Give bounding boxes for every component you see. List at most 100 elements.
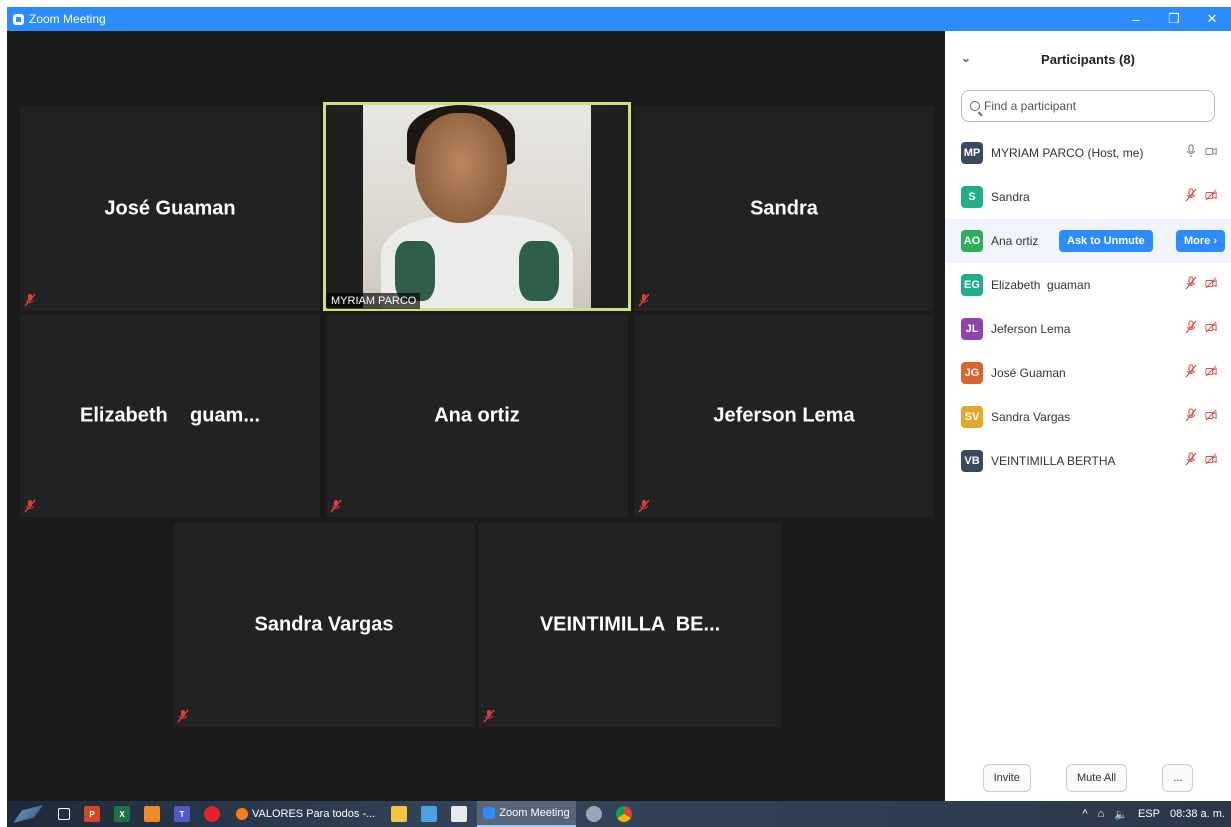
mic-muted-icon — [177, 709, 189, 723]
mic-muted-icon — [24, 499, 36, 513]
participant-row[interactable]: S Sandra — [945, 175, 1231, 219]
clock[interactable]: 08:38 a. m. — [1170, 808, 1225, 820]
chevron-up-icon[interactable]: ^ — [1082, 808, 1087, 820]
avatar: EG — [961, 274, 983, 296]
mic-muted-icon — [24, 293, 36, 307]
window-title: Zoom Meeting — [29, 12, 106, 26]
document-icon[interactable] — [451, 806, 468, 822]
avatar: S — [961, 186, 983, 208]
tile-name: VEINTIMILLA BE... — [539, 613, 721, 636]
mic-muted-icon[interactable] — [1185, 408, 1197, 422]
participant-row[interactable]: VB VEINTIMILLA BERTHA — [945, 439, 1231, 483]
mic-muted-icon[interactable] — [1185, 320, 1197, 334]
participant-list: MP MYRIAM PARCO (Host, me) S Sandra AO A… — [945, 131, 1231, 483]
system-tray: ^ ⌂ 🔈 ESP 08:38 a. m. — [1082, 801, 1225, 827]
chrome-icon[interactable] — [615, 806, 632, 822]
taskbar-app-zoom[interactable]: Zoom Meeting — [477, 801, 576, 827]
teams-icon[interactable]: T — [174, 806, 190, 822]
avatar: VB — [961, 450, 983, 472]
search-icon — [970, 101, 980, 111]
mic-muted-icon — [330, 499, 342, 513]
camera-off-icon[interactable] — [1205, 144, 1217, 158]
video-tile[interactable]: Sandra Vargas — [173, 523, 475, 727]
invite-button[interactable]: Invite — [982, 764, 1031, 792]
mic-muted-icon[interactable] — [1185, 452, 1197, 466]
participants-header: ⌄ Participants (8) — [945, 31, 1231, 87]
video-tile[interactable]: Elizabeth guam... — [20, 315, 320, 517]
tool-icon[interactable] — [144, 806, 160, 822]
language-indicator[interactable]: ESP — [1138, 808, 1160, 820]
participant-row[interactable]: JL Jeferson Lema — [945, 307, 1231, 351]
participant-search-input[interactable]: Find a participant — [961, 90, 1215, 122]
mic-icon[interactable] — [1185, 144, 1197, 158]
video-tile[interactable]: José Guaman — [20, 106, 320, 311]
zoom-window: Zoom Meeting – ❐ ✕ José Guaman MYRIAM PA… — [7, 7, 1231, 827]
avatar: JG — [961, 362, 983, 384]
camera-feed — [363, 105, 591, 308]
firefox-icon — [236, 808, 248, 820]
participant-row[interactable]: MP MYRIAM PARCO (Host, me) — [945, 131, 1231, 175]
search-placeholder: Find a participant — [984, 99, 1077, 113]
avatar: MP — [961, 142, 983, 164]
tile-name: Sandra — [750, 197, 818, 219]
powerpoint-icon[interactable]: P — [84, 806, 100, 822]
video-tile[interactable]: Jeferson Lema — [634, 315, 934, 517]
close-button[interactable]: ✕ — [1193, 7, 1231, 31]
participant-name: José Guaman — [991, 366, 1066, 380]
avatar: AO — [961, 230, 983, 252]
mic-muted-icon — [638, 499, 650, 513]
camera-off-icon[interactable] — [1205, 408, 1217, 422]
tile-name: Elizabeth guam... — [79, 404, 261, 427]
more-options-button[interactable]: ... — [1162, 764, 1194, 792]
participant-name: VEINTIMILLA BERTHA — [991, 454, 1116, 468]
participant-name: Elizabeth guaman — [991, 278, 1091, 292]
participant-name: Ana ortiz — [991, 234, 1039, 248]
restore-button[interactable]: ❐ — [1155, 7, 1193, 31]
participant-row[interactable]: SV Sandra Vargas — [945, 395, 1231, 439]
windows-taskbar: P X T VALORES Para todos -... Zoom Meeti… — [7, 801, 1231, 827]
more-button[interactable]: More › — [1176, 230, 1225, 252]
mic-muted-icon[interactable] — [1185, 276, 1197, 290]
tile-name: Jeferson Lema — [713, 404, 855, 427]
mic-muted-icon[interactable] — [1185, 188, 1197, 202]
camera-off-icon[interactable] — [1205, 320, 1217, 334]
file-explorer-icon[interactable] — [391, 806, 408, 822]
mute-all-button[interactable]: Mute All — [1065, 764, 1128, 792]
camera-off-icon[interactable] — [1205, 452, 1217, 466]
camera-off-icon[interactable] — [1205, 364, 1217, 378]
video-tile[interactable]: VEINTIMILLA BE... — [479, 523, 781, 727]
participant-row[interactable]: EG Elizabeth guaman — [945, 263, 1231, 307]
camera-off-icon[interactable] — [1205, 188, 1217, 202]
chevron-down-icon[interactable]: ⌄ — [961, 51, 971, 65]
video-tile[interactable]: Sandra — [634, 106, 934, 311]
avatar: SV — [961, 406, 983, 428]
opera-icon[interactable] — [204, 806, 220, 822]
participant-row[interactable]: AO Ana ortiz Ask to Unmute More › — [945, 219, 1231, 263]
mic-muted-icon — [483, 709, 495, 723]
tile-name: Ana ortiz — [434, 404, 520, 427]
mic-muted-icon[interactable] — [1185, 364, 1197, 378]
tile-name: MYRIAM PARCO — [327, 293, 421, 309]
taskbar-app-firefox[interactable]: VALORES Para todos -... — [230, 801, 381, 827]
ask-to-unmute-button[interactable]: Ask to Unmute — [1059, 230, 1153, 252]
start-button[interactable] — [7, 801, 51, 827]
palette-icon[interactable] — [585, 806, 602, 822]
minimize-button[interactable]: – — [1117, 7, 1155, 31]
taskbar-app-label: Zoom Meeting — [499, 807, 570, 819]
paint-icon[interactable] — [421, 806, 438, 822]
volume-icon[interactable]: 🔈 — [1114, 808, 1128, 821]
excel-icon[interactable]: X — [114, 806, 130, 822]
participants-panel: ⌄ Participants (8) Find a participant MP… — [945, 31, 1231, 801]
participants-footer: Invite Mute All ... — [945, 755, 1231, 801]
participant-name: Jeferson Lema — [991, 322, 1071, 336]
avatar: JL — [961, 318, 983, 340]
network-icon[interactable]: ⌂ — [1098, 808, 1105, 820]
participant-row[interactable]: JG José Guaman — [945, 351, 1231, 395]
task-view-icon[interactable] — [58, 808, 70, 820]
video-tile-active-speaker[interactable]: MYRIAM PARCO — [323, 102, 631, 311]
camera-off-icon[interactable] — [1205, 276, 1217, 290]
participant-name: MYRIAM PARCO (Host, me) — [991, 146, 1144, 160]
zoom-icon — [483, 807, 496, 819]
participant-name: Sandra Vargas — [991, 410, 1071, 424]
video-tile[interactable]: Ana ortiz — [326, 315, 628, 517]
